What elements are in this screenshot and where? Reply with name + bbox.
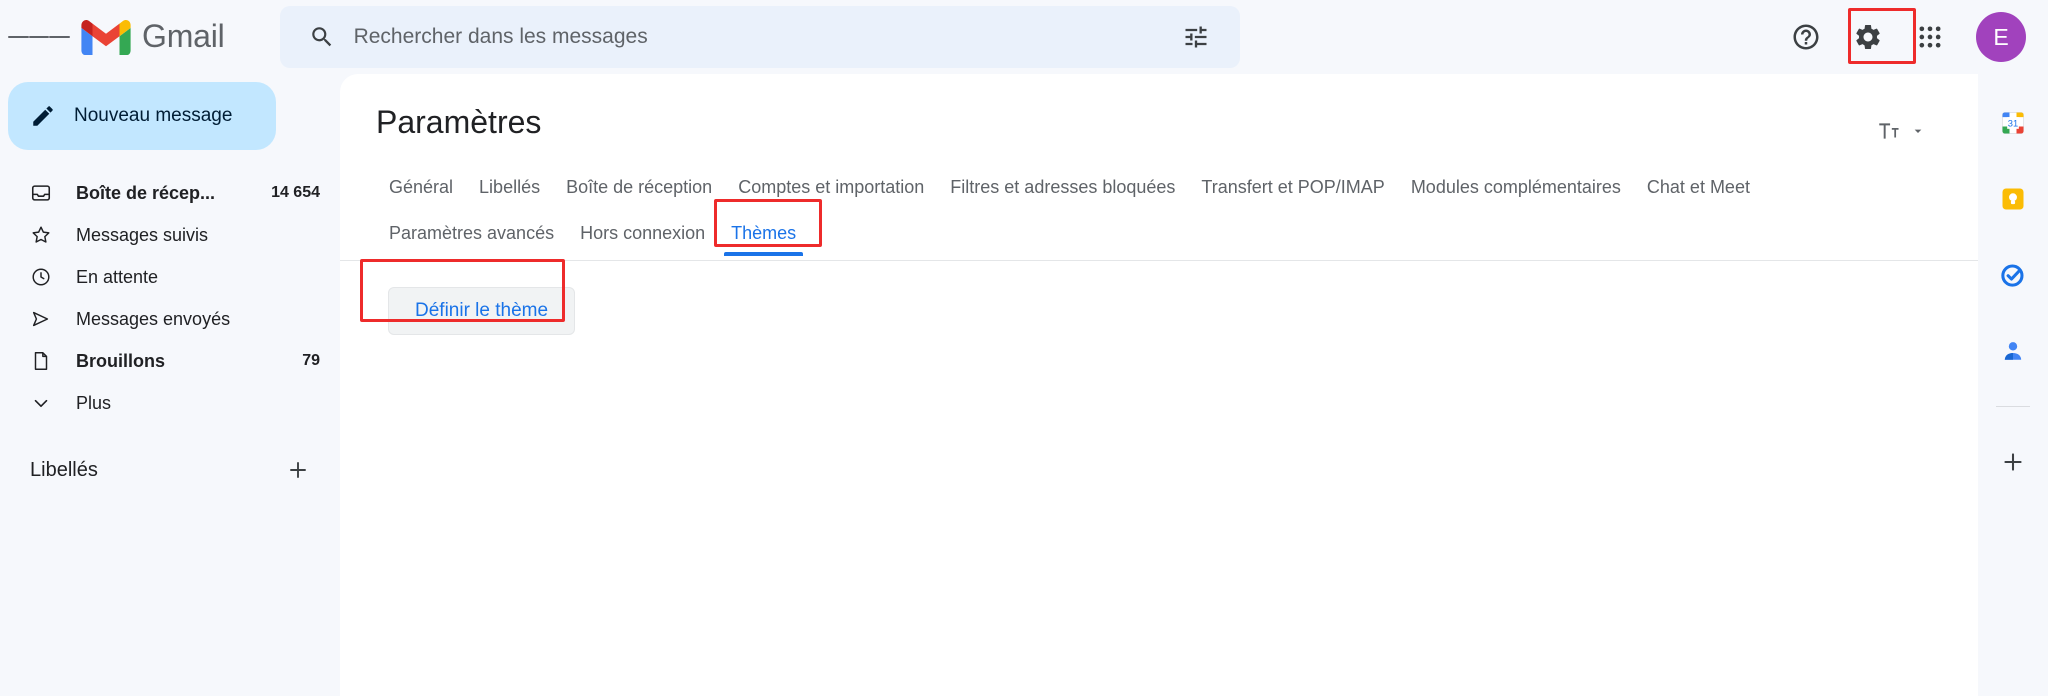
tab-accounts-import[interactable]: Comptes et importation [725,176,937,214]
google-keep-icon [2002,188,2024,210]
sidebar-item-label: En attente [76,266,159,287]
compose-label: Nouveau message [74,105,233,126]
compose-button[interactable]: Nouveau message [8,82,276,150]
sidebar-item-count: 79 [302,352,320,369]
tab-forwarding-pop-imap[interactable]: Transfert et POP/IMAP [1188,176,1397,214]
labels-section-header: Libellés [0,446,340,494]
draft-document-icon [30,350,52,372]
sidebar-item-drafts[interactable]: Brouillons 79 [0,340,340,382]
side-apps-rail: 31 [1978,74,2048,696]
plus-add-addon-icon [2004,453,2022,471]
rail-divider [1996,406,2030,407]
help-button[interactable] [1778,9,1834,65]
google-contacts-icon [2004,342,2022,360]
google-apps-button[interactable] [1902,9,1958,65]
sidebar-item-label: Messages suivis [76,224,209,245]
sidebar-item-starred[interactable]: Messages suivis [0,214,340,256]
sidebar-item-snoozed[interactable]: En attente [0,256,340,298]
google-calendar-icon: 31 [2002,112,2024,134]
sidebar-item-label: Messages envoyés [76,308,231,329]
add-addon-button[interactable] [1988,437,2038,487]
header-actions: E [1778,9,2048,65]
google-apps-grid-icon [1919,26,1941,48]
search-icon[interactable] [298,13,346,61]
tab-advanced[interactable]: Paramètres avancés [376,222,567,260]
themes-panel-body: Définir le thème [340,261,1978,335]
search-options-tune-icon[interactable] [1172,13,1220,61]
text-density-icon [1879,123,1899,139]
calendar-day-number: 31 [2008,119,2018,129]
gmail-brand[interactable]: Gmail [80,17,225,57]
sidebar-item-label: Brouillons [76,350,165,371]
page-title: Paramètres [376,104,542,140]
sidebar-item-sent[interactable]: Messages envoyés [0,298,340,340]
avatar[interactable]: E [1976,12,2026,62]
search-input[interactable] [345,25,1172,49]
sidebar-item-more[interactable]: Plus [0,382,340,424]
sidebar-item-label: Plus [76,392,112,413]
avatar-initial: E [1993,23,2009,50]
chevron-down-icon [30,392,52,414]
google-keep-button[interactable] [1988,174,2038,224]
settings-header: Paramètres [340,74,1978,150]
hamburger-bar [8,35,29,39]
sidebar-item-count: 14 654 [271,184,320,201]
search-bar[interactable] [279,6,1240,68]
display-density-button[interactable] [1868,112,1934,150]
clock-snooze-icon [30,266,52,288]
sidebar-nav-list: Boîte de récep... 14 654 Messages suivis [0,172,340,424]
tab-labels[interactable]: Libellés [466,176,553,214]
google-calendar-button[interactable]: 31 [1988,98,2038,148]
inbox-icon [30,182,52,204]
gmail-settings-screen: Gmail Rechercher dans les messages E Nou… [0,0,2048,696]
gmail-m-logo-icon [81,20,131,55]
tab-offline[interactable]: Hors connexion [567,222,718,260]
settings-panel: Paramètres Général Libellés Boîte de réc… [340,74,1978,696]
tab-inbox[interactable]: Boîte de réception [553,176,725,214]
help-question-circle-icon [1793,24,1819,50]
pencil-compose-icon [33,106,53,126]
settings-button[interactable] [1840,9,1896,65]
labels-title: Libellés [30,458,98,481]
sidebar-item-label: Boîte de récep... [76,182,216,203]
google-tasks-icon [2001,264,2024,287]
tab-general[interactable]: Général [376,176,466,214]
hamburger-bar [49,35,71,39]
sidebar: Nouveau message Boîte de récep... 14 654 [0,74,340,696]
tab-chat-meet[interactable]: Chat et Meet [1634,176,1763,214]
hamburger-bar [28,35,50,39]
tab-filters-blocked[interactable]: Filtres et adresses bloquées [937,176,1188,214]
set-theme-button[interactable]: Définir le thème [388,287,576,335]
main-menu-icon[interactable] [8,6,71,68]
settings-tabs-row-1: Général Libellés Boîte de réception Comp… [340,150,1978,214]
top-header: Gmail Rechercher dans les messages E [0,0,2048,74]
plus-add-label-icon[interactable] [280,452,316,488]
gear-settings-icon [1856,25,1880,49]
sidebar-item-inbox[interactable]: Boîte de récep... 14 654 [0,172,340,214]
star-icon [30,224,52,246]
settings-tabs-row-2: Paramètres avancés Hors connexion Thèmes [340,214,1978,260]
send-paper-plane-icon [30,308,52,330]
tab-themes[interactable]: Thèmes [718,222,809,260]
google-contacts-button[interactable] [1988,326,2038,376]
tab-addons[interactable]: Modules complémentaires [1398,176,1634,214]
chevron-down-icon [1914,129,1922,133]
gmail-wordmark: Gmail [142,18,225,54]
google-tasks-button[interactable] [1988,250,2038,300]
